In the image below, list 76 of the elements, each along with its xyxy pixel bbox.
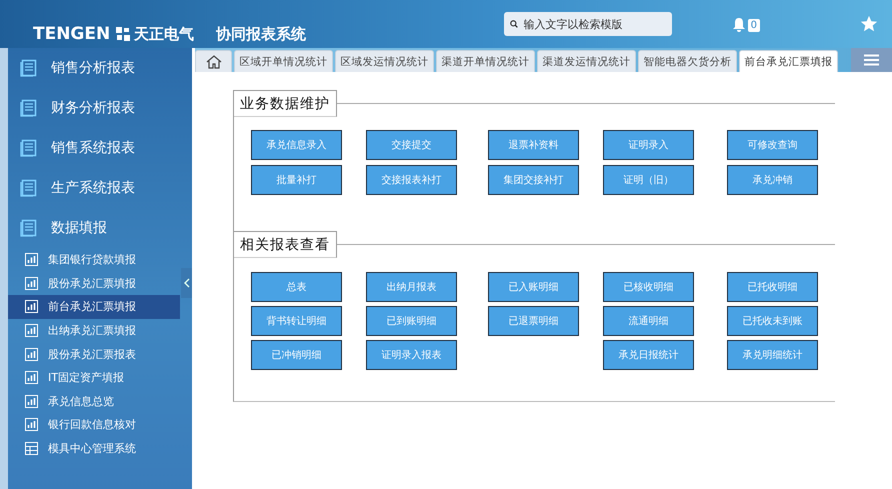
search-icon — [510, 18, 518, 30]
sidebar-item[interactable]: 集团银行贷款填报 — [8, 248, 180, 272]
star-icon[interactable] — [860, 15, 878, 33]
home-tab[interactable] — [195, 50, 232, 72]
report-tab[interactable]: 渠道开单情况统计 — [436, 50, 535, 72]
brand-logo: TENGEN — [33, 24, 110, 44]
logo-icon — [116, 27, 130, 41]
action-button[interactable]: 交接提交 — [366, 130, 457, 160]
menu-button[interactable] — [851, 48, 892, 72]
action-button[interactable]: 退票补资料 — [488, 130, 579, 160]
action-button[interactable]: 已冲销明细 — [251, 340, 342, 370]
action-button[interactable]: 批量补打 — [251, 165, 342, 195]
action-button[interactable]: 证明（旧） — [603, 165, 694, 195]
document-list-icon — [20, 179, 38, 197]
sidebar-item[interactable]: 银行回款信息核对 — [8, 413, 180, 437]
action-button[interactable]: 已托收未到账 — [727, 306, 818, 336]
table-icon — [25, 442, 38, 456]
document-list-icon — [20, 99, 38, 117]
collapse-handle[interactable] — [181, 268, 192, 298]
chevron-left-icon — [184, 278, 190, 288]
bar-chart-icon — [25, 276, 38, 290]
bar-chart-icon — [25, 300, 38, 314]
action-button[interactable]: 交接报表补打 — [366, 165, 457, 195]
action-button[interactable]: 流通明细 — [603, 306, 694, 336]
sidebar-group[interactable]: 数据填报 — [8, 208, 192, 248]
report-tab[interactable]: 渠道发运情况统计 — [537, 50, 636, 72]
report-tab[interactable]: 区域发运情况统计 — [335, 50, 434, 72]
action-button[interactable]: 集团交接补打 — [488, 165, 579, 195]
sidebar-group[interactable]: 财务分析报表 — [8, 88, 192, 128]
action-button[interactable]: 已退票明细 — [488, 306, 579, 336]
action-button[interactable]: 承兑信息录入 — [251, 130, 342, 160]
action-button[interactable]: 证明录入报表 — [366, 340, 457, 370]
action-button[interactable]: 出纳月报表 — [366, 272, 457, 302]
sidebar-item[interactable]: 出纳承兑汇票填报 — [8, 318, 180, 342]
action-button[interactable]: 可修改查询 — [727, 130, 818, 160]
action-button[interactable]: 承兑明细统计 — [727, 340, 818, 370]
action-button[interactable]: 承兑日报统计 — [603, 340, 694, 370]
sidebar-item[interactable]: 股份承兑汇票填报 — [8, 272, 180, 296]
document-list-icon — [20, 219, 38, 237]
bar-chart-icon — [25, 253, 38, 266]
sidebar-item[interactable]: 模具中心管理系统 — [8, 436, 180, 460]
document-list-icon — [20, 139, 38, 157]
search-field[interactable]: 输入文字以检索模版 — [522, 16, 666, 32]
app-title: 协同报表系统 — [216, 24, 306, 44]
report-tab[interactable]: 区域开单情况统计 — [234, 50, 333, 72]
sidebar-group[interactable]: 生产系统报表 — [8, 168, 192, 208]
document-list-icon — [20, 59, 38, 77]
sidebar-group[interactable]: 销售分析报表 — [8, 48, 192, 88]
action-button[interactable]: 已入账明细 — [488, 272, 579, 302]
sidebar-group[interactable]: 销售系统报表 — [8, 128, 192, 168]
brand-name: 天正电气 — [134, 24, 194, 44]
bar-chart-icon — [25, 324, 38, 338]
bell-icon[interactable] — [732, 17, 746, 33]
menu-icon — [864, 54, 879, 66]
sidebar-item[interactable]: 股份承兑汇票报表 — [8, 342, 180, 366]
action-button[interactable]: 背书转让明细 — [251, 306, 342, 336]
section-title: 业务数据维护 — [234, 90, 337, 117]
action-button[interactable]: 总表 — [251, 272, 342, 302]
notification-badge: 0 — [748, 18, 760, 32]
bar-chart-icon — [25, 418, 38, 432]
bar-chart-icon — [25, 371, 38, 384]
bar-chart-icon — [25, 348, 38, 361]
action-button[interactable]: 已到账明细 — [366, 306, 457, 336]
bar-chart-icon — [25, 394, 38, 408]
action-button[interactable]: 证明录入 — [603, 130, 694, 160]
action-button[interactable]: 已核收明细 — [603, 272, 694, 302]
action-button[interactable]: 已托收明细 — [727, 272, 818, 302]
report-tab[interactable]: 智能电器欠货分析 — [638, 50, 737, 72]
sidebar-item[interactable]: 承兑信息总览 — [8, 390, 180, 414]
sidebar-item[interactable]: IT固定资产填报 — [8, 366, 180, 390]
search-bar[interactable]: 输入文字以检索模版 — [504, 12, 672, 36]
sidebar-item[interactable]: 前台承兑汇票填报 — [8, 295, 180, 319]
section-title: 相关报表查看 — [234, 231, 337, 258]
report-tab[interactable]: 前台承兑汇票填报 — [739, 50, 838, 72]
action-button[interactable]: 承兑冲销 — [727, 165, 818, 195]
home-icon — [206, 54, 222, 68]
